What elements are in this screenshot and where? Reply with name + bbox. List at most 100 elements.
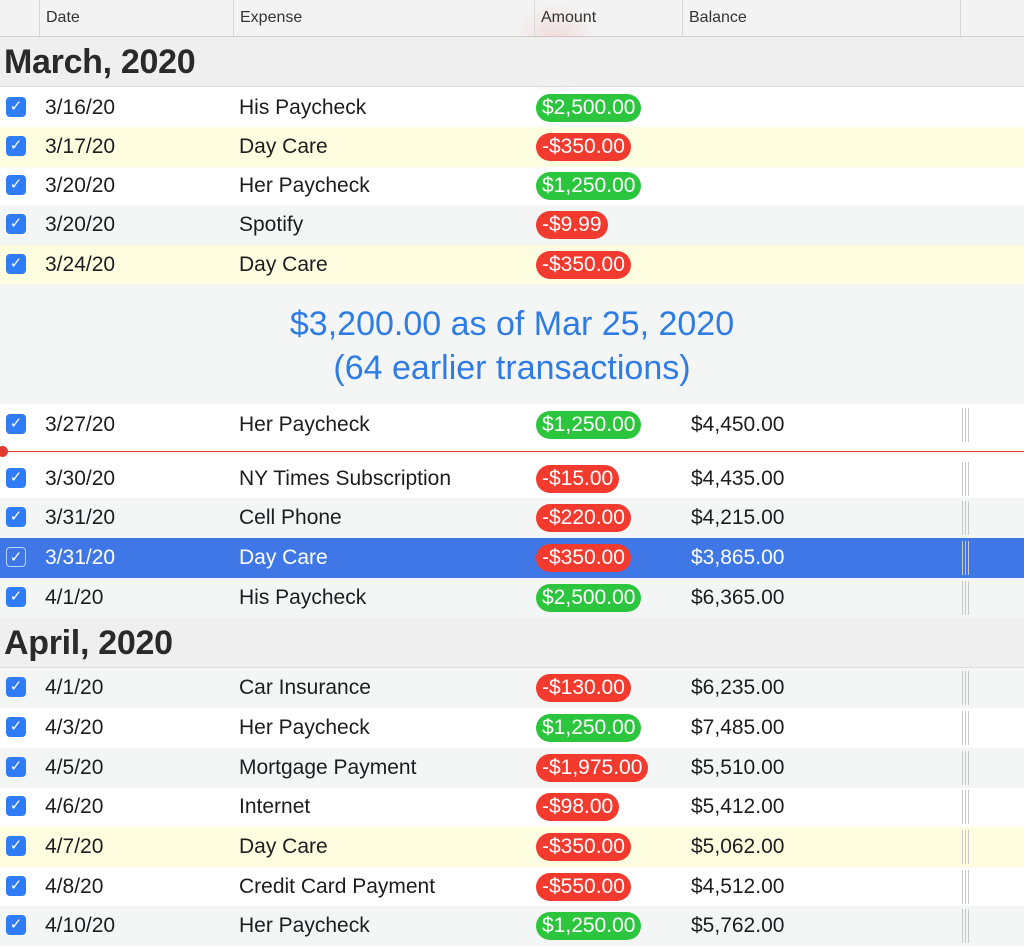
table-row[interactable]: ✓ 4/1/20 His Paycheck $2,500.00 $6,365.00 <box>0 578 1024 618</box>
row-amount-badge: -$220.00 <box>536 504 631 532</box>
check-icon: ✓ <box>9 916 23 933</box>
table-row[interactable]: ✓ 3/30/20 NY Times Subscription -$15.00 $4,4… <box>0 459 1024 499</box>
check-icon: ✓ <box>9 718 23 735</box>
row-amount-badge: -$550.00 <box>536 873 631 901</box>
checkbox[interactable]: ✓ <box>6 757 26 777</box>
row-balance: $7,485.00 <box>691 716 785 739</box>
checkbox[interactable]: ✓ <box>6 97 26 117</box>
checkbox[interactable]: ✓ <box>6 796 26 816</box>
check-icon: ✓ <box>9 797 23 814</box>
table-row[interactable]: ✓ 3/31/20 Cell Phone -$220.00 $4,215.00 <box>0 498 1024 538</box>
row-balance: $5,062.00 <box>691 835 785 858</box>
row-expense: Internet <box>239 795 311 818</box>
table-row[interactable]: ✓ 3/31/20 Day Care -$350.00 $3,865.00 <box>0 538 1024 578</box>
row-expense: Day Care <box>239 835 328 858</box>
table-row[interactable]: ✓ 4/1/20 Car Insurance -$130.00 $6,235.00 <box>0 668 1024 708</box>
check-icon: ✓ <box>9 137 23 154</box>
table-row[interactable]: ✓ 3/17/20 Day Care -$350.00 <box>0 127 1024 167</box>
row-date: 4/3/20 <box>45 716 104 739</box>
table-row[interactable]: ✓ 3/16/20 His Paycheck $2,500.00 <box>0 88 1024 128</box>
row-resize-handle[interactable] <box>962 581 971 615</box>
column-amount-label: Amount <box>541 9 597 26</box>
row-date: 3/31/20 <box>45 506 116 529</box>
table-row[interactable]: ✓ 3/20/20 Her Paycheck $1,250.00 <box>0 166 1024 206</box>
checkbox[interactable]: ✓ <box>6 507 26 527</box>
check-icon: ✓ <box>9 678 23 695</box>
checkbox[interactable]: ✓ <box>6 876 26 896</box>
row-expense: Her Paycheck <box>239 716 370 739</box>
checkbox[interactable]: ✓ <box>6 254 26 274</box>
row-amount-badge: -$350.00 <box>536 544 631 572</box>
row-amount-badge: $1,250.00 <box>536 912 642 940</box>
row-amount-badge: -$130.00 <box>536 674 631 702</box>
row-amount-badge: $2,500.00 <box>536 94 642 122</box>
row-amount-badge: -$9.99 <box>536 211 608 239</box>
table-row[interactable]: ✓ 4/10/20 Her Paycheck $1,250.00 $5,762.00 <box>0 906 1024 946</box>
row-expense: His Paycheck <box>239 586 367 609</box>
column-header-balance[interactable]: Balance <box>682 0 960 36</box>
row-balance: $4,435.00 <box>691 467 785 490</box>
column-header-extra[interactable] <box>960 0 1024 36</box>
checkbox[interactable]: ✓ <box>6 214 26 234</box>
row-resize-handle[interactable] <box>962 751 971 785</box>
row-expense: Credit Card Payment <box>239 875 436 898</box>
row-date: 4/7/20 <box>45 835 104 858</box>
checkbox[interactable]: ✓ <box>6 136 26 156</box>
row-expense: Car Insurance <box>239 676 371 699</box>
row-balance: $3,865.00 <box>691 546 785 569</box>
row-resize-handle[interactable] <box>962 870 971 904</box>
row-resize-handle[interactable] <box>962 671 971 705</box>
row-balance: $4,450.00 <box>691 413 785 436</box>
column-header-date[interactable]: Date <box>39 0 233 36</box>
checkbox[interactable]: ✓ <box>6 547 26 567</box>
row-balance: $6,365.00 <box>691 586 785 609</box>
row-expense: Her Paycheck <box>239 174 370 197</box>
row-balance: $5,510.00 <box>691 756 785 779</box>
table-row[interactable]: ✓ 3/27/20 Her Paycheck $1,250.00 $4,450.00 <box>0 405 1024 445</box>
row-amount-badge: $1,250.00 <box>536 172 642 200</box>
table-row[interactable]: ✓ 4/3/20 Her Paycheck $1,250.00 $7,485.00 <box>0 708 1024 748</box>
row-balance: $5,762.00 <box>691 914 785 937</box>
column-header-amount[interactable]: Amount <box>534 0 682 36</box>
row-expense: Mortgage Payment <box>239 756 417 779</box>
checkbox[interactable]: ✓ <box>6 836 26 856</box>
row-resize-handle[interactable] <box>962 541 971 575</box>
checkbox[interactable]: ✓ <box>6 175 26 195</box>
row-amount-badge: -$15.00 <box>536 465 620 493</box>
row-amount-badge: -$350.00 <box>536 833 631 861</box>
row-resize-handle[interactable] <box>962 462 971 496</box>
checkbox[interactable]: ✓ <box>6 587 26 607</box>
row-date: 3/27/20 <box>45 413 116 436</box>
checkbox[interactable]: ✓ <box>6 677 26 697</box>
row-date: 4/10/20 <box>45 914 116 937</box>
table-row[interactable]: ✓ 3/24/20 Day Care -$350.00 <box>0 245 1024 285</box>
row-expense: Cell Phone <box>239 506 342 529</box>
check-icon: ✓ <box>9 415 23 432</box>
row-resize-handle[interactable] <box>962 790 971 824</box>
table-row[interactable]: ✓ 4/6/20 Internet -$98.00 $5,412.00 <box>0 787 1024 827</box>
row-date: 3/24/20 <box>45 253 116 276</box>
check-icon: ✓ <box>9 508 23 525</box>
table-row[interactable]: ✓ 4/8/20 Credit Card Payment -$550.00 $4,512… <box>0 867 1024 907</box>
column-header-expense[interactable]: Expense <box>233 0 534 36</box>
table-row[interactable]: ✓ 4/7/20 Day Care -$350.00 $5,062.00 <box>0 827 1024 867</box>
checkbox[interactable]: ✓ <box>6 717 26 737</box>
row-resize-handle[interactable] <box>962 830 971 864</box>
table-row[interactable]: ✓ 3/20/20 Spotify -$9.99 <box>0 205 1024 245</box>
checkbox[interactable]: ✓ <box>6 414 26 434</box>
check-icon: ✓ <box>9 588 23 605</box>
today-marker-line <box>0 451 1024 452</box>
row-resize-handle[interactable] <box>962 909 971 943</box>
checkbox[interactable]: ✓ <box>6 468 26 488</box>
row-date: 3/31/20 <box>45 546 116 569</box>
row-date: 3/17/20 <box>45 135 116 158</box>
row-balance: $4,215.00 <box>691 506 785 529</box>
row-resize-handle[interactable] <box>962 501 971 535</box>
row-resize-handle[interactable] <box>962 408 971 442</box>
table-row[interactable]: ✓ 4/5/20 Mortgage Payment -$1,975.00 $5,510.… <box>0 748 1024 788</box>
column-date-label: Date <box>46 9 80 26</box>
row-resize-handle[interactable] <box>962 711 971 745</box>
check-icon: ✓ <box>9 255 23 272</box>
row-date: 4/1/20 <box>45 676 104 699</box>
checkbox[interactable]: ✓ <box>6 915 26 935</box>
